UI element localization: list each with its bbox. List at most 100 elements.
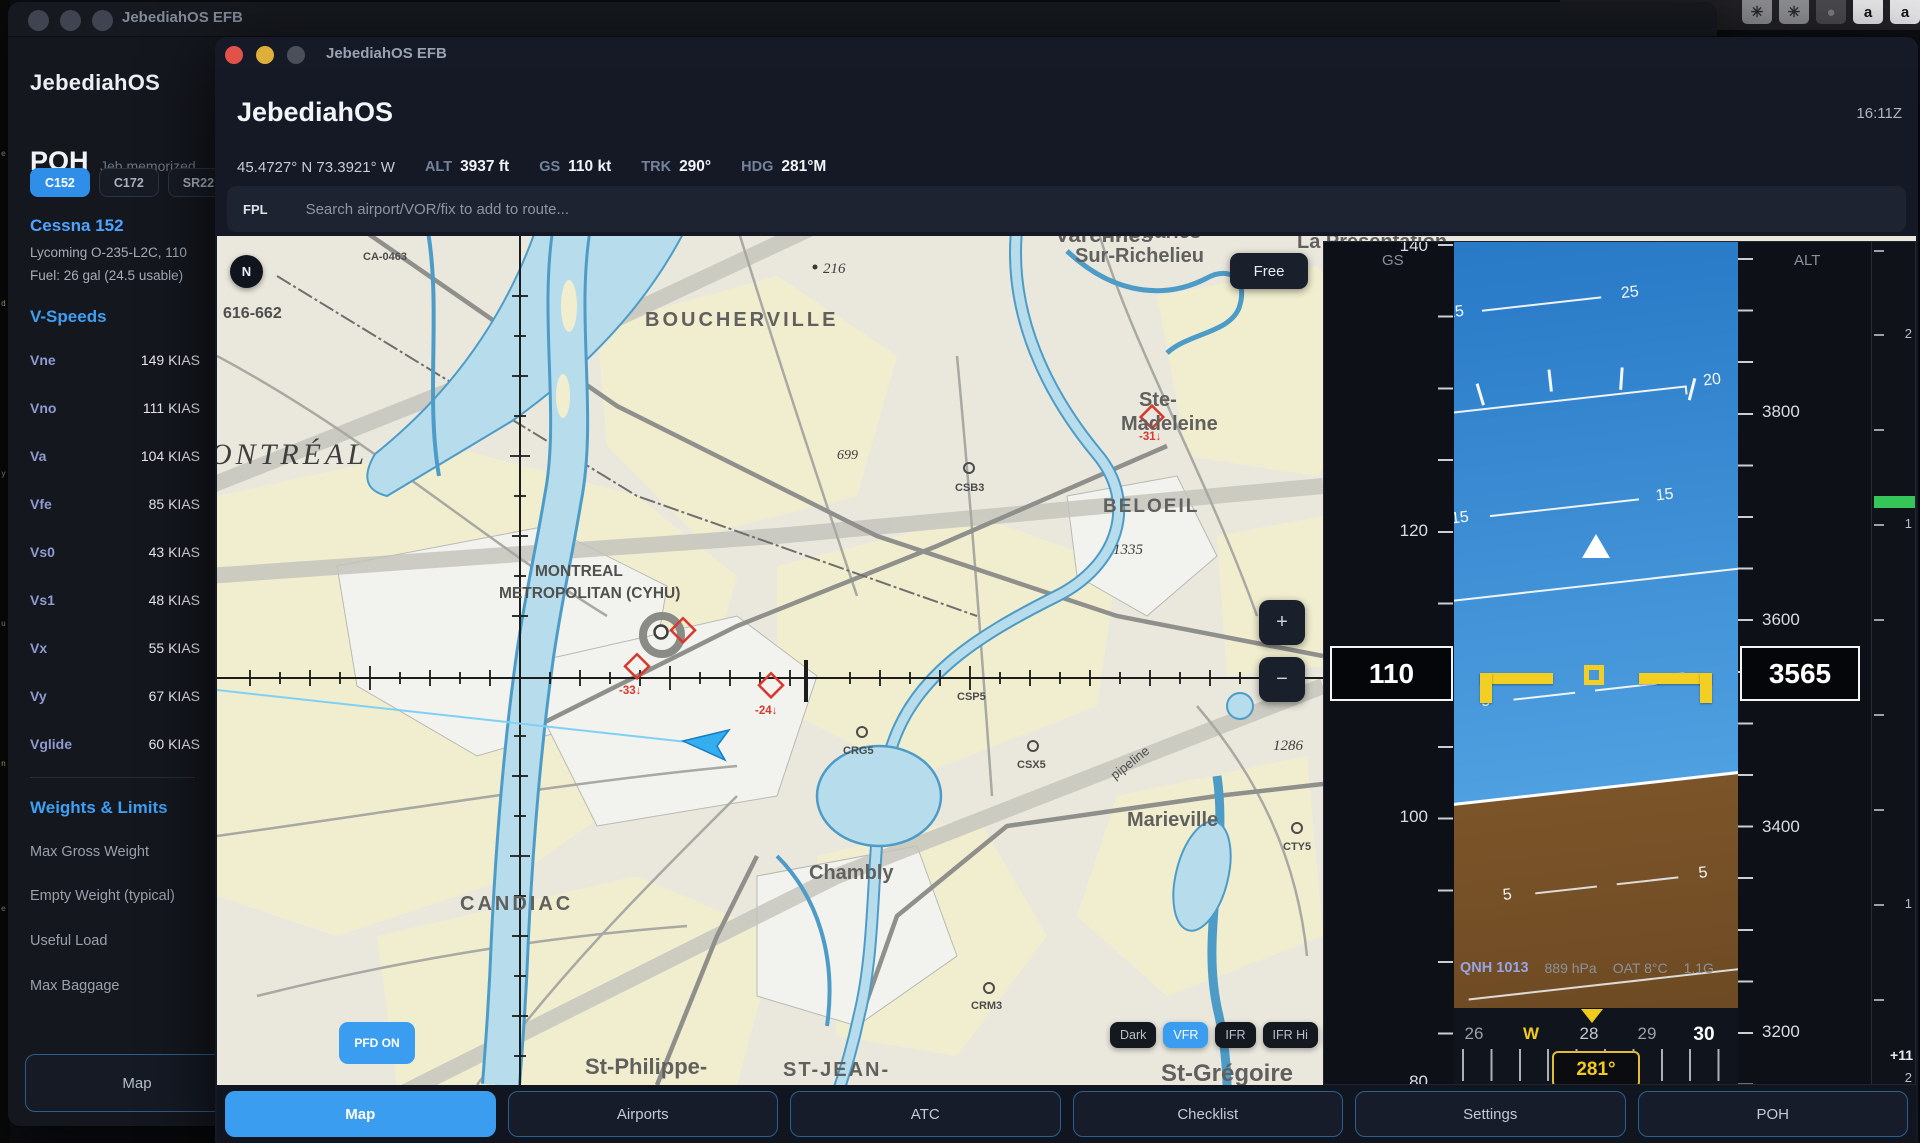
aircraft-engine: Lycoming O-235-L2C, 110 bbox=[30, 245, 187, 260]
vsi-tick-label: 2 bbox=[1905, 326, 1912, 341]
alt-tick-label: 3600 bbox=[1762, 610, 1832, 630]
svg-text:Marieville: Marieville bbox=[1127, 809, 1218, 831]
oat-value: OAT 8°C bbox=[1613, 960, 1668, 976]
vspeed-label: Vglide bbox=[30, 736, 72, 752]
divider bbox=[30, 777, 195, 778]
pfd-toggle-button[interactable]: PFD ON bbox=[339, 1022, 415, 1064]
background-titlebar[interactable]: JebediahOS EFB bbox=[8, 2, 1717, 37]
vsi-tick-label: 1 bbox=[1905, 896, 1912, 911]
zulu-clock: 16:11Z bbox=[1856, 105, 1902, 122]
page-title: JebediahOS bbox=[237, 97, 393, 128]
amazon-icon[interactable]: a bbox=[1890, 0, 1920, 24]
window-title: JebediahOS EFB bbox=[122, 9, 243, 26]
svg-text:CSB3: CSB3 bbox=[955, 482, 984, 494]
screen: ✳ ✳ ● a a ed yu ne JebediahOS EFB Jebedi… bbox=[0, 0, 1920, 1143]
layer-ifr-hi[interactable]: IFR Hi bbox=[1263, 1022, 1318, 1048]
openai-icon[interactable]: ✳ bbox=[1742, 0, 1772, 24]
nav-settings[interactable]: Settings bbox=[1355, 1091, 1626, 1137]
minimize-icon[interactable] bbox=[60, 10, 81, 31]
svg-text:St-Charles: St-Charles bbox=[1101, 236, 1201, 243]
svg-text:MONTRÉAL: MONTRÉAL bbox=[217, 438, 368, 471]
vspeed-value: 104 KIAS bbox=[141, 448, 200, 464]
fpl-badge: FPL bbox=[243, 202, 268, 217]
nav-poh[interactable]: POH bbox=[1638, 1091, 1909, 1137]
tab-icon[interactable]: ● bbox=[1816, 0, 1846, 24]
vspeed-value: 149 KIAS bbox=[141, 352, 200, 368]
aircraft-fuel: Fuel: 26 gal (24.5 usable) bbox=[30, 268, 183, 283]
route-search-input[interactable] bbox=[304, 200, 1906, 219]
hdg-label: HDG bbox=[741, 159, 773, 175]
layer-dark[interactable]: Dark bbox=[1110, 1022, 1156, 1048]
vsi-tape: 2 1 1 2 +11 bbox=[1871, 242, 1916, 1085]
vspeed-value: 55 KIAS bbox=[149, 640, 200, 656]
map-pane[interactable]: CA-0463 Varennes St-Charles Sur-Richelie… bbox=[217, 236, 1916, 1085]
nav-checklist[interactable]: Checklist bbox=[1073, 1091, 1344, 1137]
vspeed-value: 43 KIAS bbox=[149, 544, 200, 560]
vspeed-value: 67 KIAS bbox=[149, 688, 200, 704]
svg-text:1286: 1286 bbox=[1273, 738, 1304, 754]
svg-text:216: 216 bbox=[823, 261, 846, 277]
heading-tick-label: 29 bbox=[1627, 1024, 1667, 1044]
heading-tick-label: W bbox=[1511, 1024, 1551, 1044]
zoom-in-button[interactable]: + bbox=[1259, 600, 1305, 645]
vsi-bar bbox=[1874, 496, 1916, 508]
bottom-nav: Map Airports ATC Checklist Settings POH bbox=[217, 1085, 1916, 1143]
svg-text:CA-0463: CA-0463 bbox=[363, 251, 407, 263]
qnh-value[interactable]: QNH 1013 bbox=[1460, 960, 1529, 976]
vspeed-label: Vs1 bbox=[30, 592, 55, 608]
alt-label: ALT bbox=[425, 159, 452, 175]
flight-data-row: 45.4727° N 73.3921° W ALT3937 ft GS110 k… bbox=[237, 155, 826, 179]
vspeed-label: Vx bbox=[30, 640, 47, 656]
close-icon[interactable] bbox=[28, 10, 49, 31]
heading-readout: 281° bbox=[1552, 1051, 1640, 1085]
vspeed-label: Vfe bbox=[30, 496, 52, 512]
free-camera-button[interactable]: Free bbox=[1230, 253, 1308, 289]
tab-c152[interactable]: C152 bbox=[30, 168, 90, 197]
flight-path-marker bbox=[1584, 665, 1604, 685]
svg-text:-24↓: -24↓ bbox=[755, 705, 777, 717]
minimize-icon[interactable] bbox=[256, 46, 274, 64]
svg-text:ST-JEAN-: ST-JEAN- bbox=[783, 1059, 890, 1081]
nav-airports[interactable]: Airports bbox=[508, 1091, 779, 1137]
zoom-window-icon[interactable] bbox=[92, 10, 113, 31]
weight-row: Max Gross Weight bbox=[30, 844, 149, 860]
speed-tick-label: 120 bbox=[1358, 521, 1428, 541]
openai-icon[interactable]: ✳ bbox=[1779, 0, 1809, 24]
titlebar[interactable]: JebediahOS EFB bbox=[215, 37, 1918, 70]
amazon-icon[interactable]: a bbox=[1853, 0, 1883, 24]
svg-text:St-Philippe-: St-Philippe- bbox=[585, 1054, 707, 1079]
vspeed-value: 85 KIAS bbox=[149, 496, 200, 512]
position-readout: 45.4727° N 73.3921° W bbox=[237, 159, 395, 176]
gs-value: 110 kt bbox=[568, 158, 611, 176]
attitude-indicator: 25 25 20 15 15 10 10 bbox=[1454, 242, 1738, 1008]
zoom-out-button[interactable]: − bbox=[1259, 657, 1305, 702]
svg-text:BELOEIL: BELOEIL bbox=[1103, 496, 1199, 517]
app-title: JebediahOS bbox=[30, 70, 160, 96]
svg-text:Chambly: Chambly bbox=[809, 862, 894, 884]
heading-tick-label: 30 bbox=[1684, 1024, 1724, 1046]
nav-atc[interactable]: ATC bbox=[790, 1091, 1061, 1137]
vspeed-value: 48 KIAS bbox=[149, 592, 200, 608]
north-up-button[interactable]: N bbox=[230, 255, 263, 288]
vspeed-label: Vy bbox=[30, 688, 47, 704]
heading-pointer-icon bbox=[1581, 1009, 1603, 1023]
svg-text:Madeleine: Madeleine bbox=[1121, 413, 1218, 435]
close-icon[interactable] bbox=[225, 46, 243, 64]
svg-text:1335: 1335 bbox=[1113, 542, 1144, 558]
altitude-readout: 3565 bbox=[1740, 646, 1860, 701]
weight-row: Max Baggage bbox=[30, 978, 119, 994]
tab-c172[interactable]: C172 bbox=[99, 168, 159, 197]
nav-map[interactable]: Map bbox=[225, 1091, 496, 1137]
gload-value: 1.1G bbox=[1684, 960, 1714, 976]
layer-ifr[interactable]: IFR bbox=[1215, 1022, 1255, 1048]
trk-label: TRK bbox=[641, 159, 671, 175]
aircraft-tabs: C152 C172 SR22 bbox=[30, 168, 229, 197]
svg-text:METROPOLITAN (CYHU): METROPOLITAN (CYHU) bbox=[499, 585, 680, 602]
speed-tick-label: 80 bbox=[1358, 1072, 1428, 1085]
pressure-value: 889 hPa bbox=[1545, 960, 1597, 976]
weight-row: Empty Weight (typical) bbox=[30, 888, 175, 904]
layer-vfr[interactable]: VFR bbox=[1163, 1022, 1208, 1048]
vsi-tick-label: 2 bbox=[1905, 1070, 1912, 1085]
zoom-window-icon[interactable] bbox=[287, 46, 305, 64]
heading-strip: 26 W 28 29 30 281° bbox=[1454, 1008, 1738, 1085]
